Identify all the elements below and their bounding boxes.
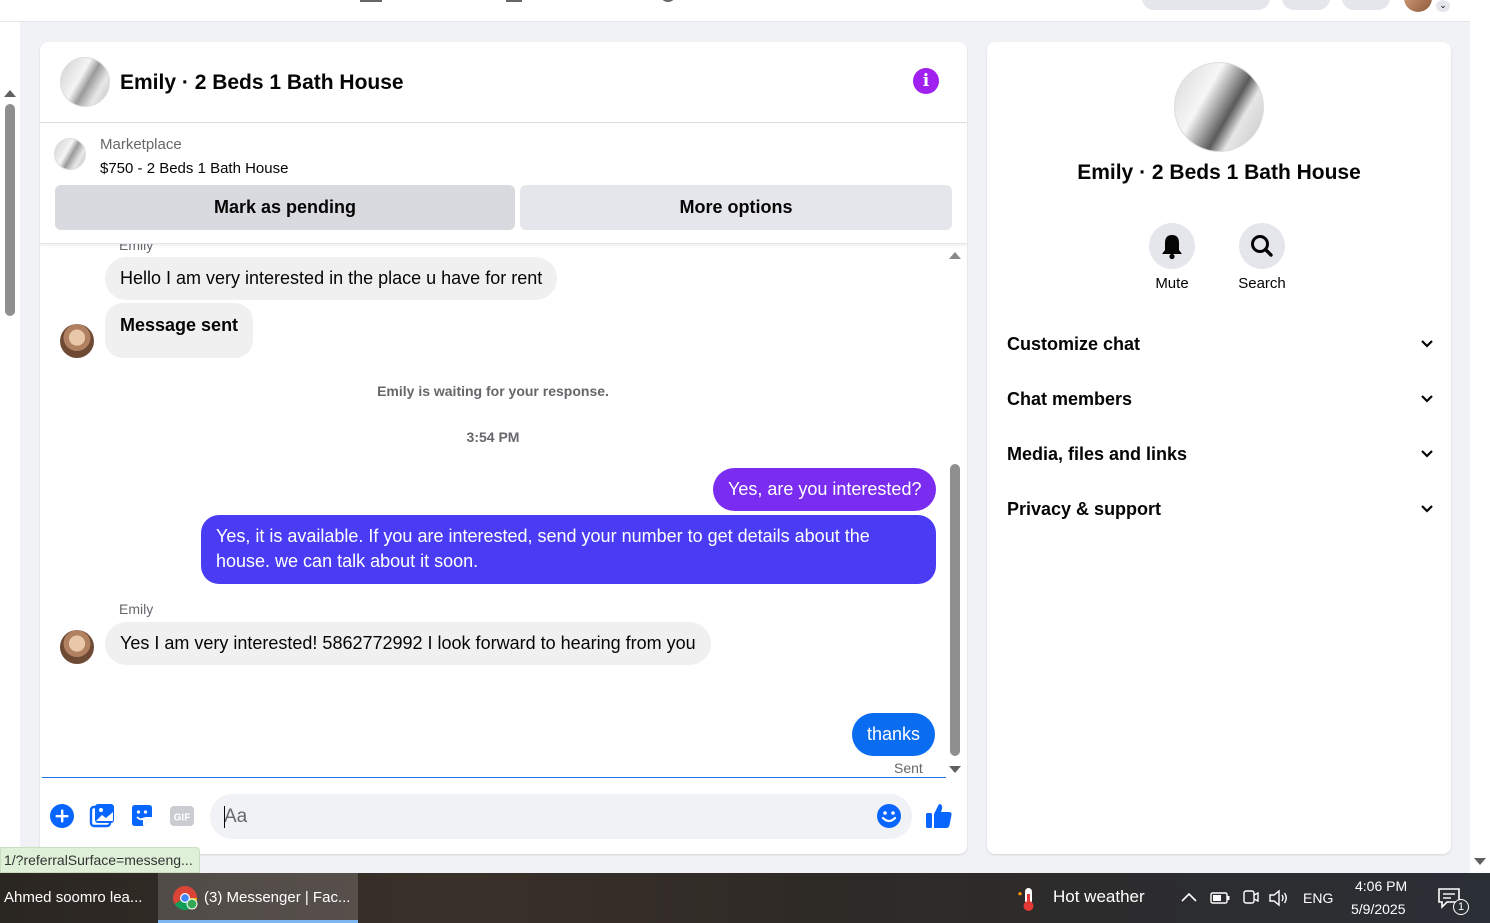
listing-source-label: Marketplace <box>100 136 182 153</box>
windows-taskbar: Ahmed soomro lea... (3) Messenger | Fac.… <box>0 873 1490 923</box>
meet-now-icon[interactable] <box>1241 888 1259 908</box>
more-options-button[interactable]: More options <box>520 185 952 230</box>
conversation-avatar[interactable] <box>60 57 110 107</box>
search-label: Search <box>1238 275 1286 292</box>
section-label: Customize chat <box>1007 334 1141 354</box>
conversation-title[interactable]: Emily · 2 Beds 1 Bath House <box>120 71 404 95</box>
mute-button[interactable] <box>1149 223 1195 269</box>
message-bubble-outgoing[interactable]: thanks <box>852 713 936 756</box>
marketplace-listing-bar: Marketplace $750 - 2 Beds 1 Bath House M… <box>40 124 967 244</box>
bell-icon <box>1162 235 1182 260</box>
mark-as-pending-button[interactable]: Mark as pending <box>55 185 515 230</box>
section-chat-members[interactable]: Chat members <box>1007 384 1433 414</box>
page-scrollbar-left[interactable] <box>0 22 20 873</box>
link-hover-status: 1/?referralSurface=messeng... <box>0 847 200 873</box>
messenger-button[interactable] <box>1342 0 1390 10</box>
section-label: Chat members <box>1007 389 1133 409</box>
emoji-icon[interactable] <box>875 802 903 830</box>
taskbar-item-label: (3) Messenger | Fac... <box>204 889 351 906</box>
message-bubble-outgoing[interactable]: Yes, are you interested? <box>713 468 937 511</box>
taskbar-item-messenger[interactable]: (3) Messenger | Fac... <box>158 873 358 923</box>
find-friends-button[interactable] <box>1142 0 1270 10</box>
sender-avatar[interactable] <box>60 324 94 358</box>
scroll-up-arrow[interactable] <box>949 252 961 259</box>
text-caret <box>224 806 225 828</box>
clock-time[interactable]: 4:06 PM <box>1355 878 1407 894</box>
chat-header: Emily · 2 Beds 1 Bath House i <box>40 42 967 123</box>
chevron-down-icon[interactable]: ⌄ <box>1436 0 1450 12</box>
marketplace-icon[interactable] <box>660 0 676 2</box>
speaker-icon[interactable] <box>1268 888 1290 908</box>
section-privacy-support[interactable]: Privacy & support <box>1007 494 1433 524</box>
taskbar-item[interactable]: Ahmed soomro lea... <box>0 873 156 923</box>
message-bubble-outgoing[interactable]: Yes, it is available. If you are interes… <box>201 515 936 584</box>
photo-icon[interactable] <box>88 802 116 830</box>
message-scrollbar[interactable] <box>946 244 966 778</box>
search-icon <box>1251 235 1273 257</box>
section-media-files-links[interactable]: Media, files and links <box>1007 439 1433 469</box>
menu-button[interactable] <box>1282 0 1330 10</box>
section-label: Privacy & support <box>1007 499 1162 519</box>
message-sent-card[interactable]: Message sent <box>105 303 254 358</box>
listing-price-title[interactable]: $750 - 2 Beds 1 Bath House <box>100 160 288 177</box>
chrome-icon <box>173 886 198 911</box>
weather-label[interactable]: Hot weather <box>1053 887 1145 907</box>
scrollbar-thumb[interactable] <box>5 104 15 316</box>
page-scrollbar-right[interactable] <box>1470 0 1490 873</box>
listing-thumbnail[interactable] <box>54 138 86 170</box>
delivery-status: Sent <box>894 760 923 776</box>
composer-focus-divider <box>42 777 946 778</box>
sticker-icon[interactable] <box>128 802 156 830</box>
sender-avatar[interactable] <box>60 630 94 664</box>
sender-name: Emily <box>119 601 154 617</box>
chat-panel: Emily · 2 Beds 1 Bath House i Marketplac… <box>40 42 967 854</box>
chevron-down-icon <box>1421 505 1433 513</box>
message-line: house. we can talk about it soon. <box>216 551 479 571</box>
video-icon[interactable] <box>506 0 522 2</box>
time-divider: 3:54 PM <box>466 429 520 445</box>
scrollbar-thumb[interactable] <box>950 464 960 756</box>
thumbs-up-icon[interactable] <box>924 801 954 831</box>
sender-name: Emily <box>119 244 154 253</box>
chevron-down-icon <box>1421 340 1433 348</box>
chevron-down-icon <box>1421 395 1433 403</box>
conversation-avatar-large[interactable] <box>1174 62 1264 152</box>
gif-label: GIF <box>174 813 191 824</box>
mute-label: Mute <box>1155 275 1189 292</box>
message-line: Yes, it is available. If you are interes… <box>216 526 870 546</box>
scroll-down-arrow[interactable] <box>1474 858 1486 865</box>
profile-avatar[interactable] <box>1404 0 1432 12</box>
plus-circle-icon[interactable] <box>48 802 76 830</box>
message-input[interactable] <box>210 794 912 839</box>
scroll-up-arrow[interactable] <box>4 90 16 97</box>
info-icon[interactable]: i <box>913 68 939 94</box>
message-bubble-incoming[interactable]: Hello I am very interested in the place … <box>105 257 558 300</box>
message-list[interactable]: Emily Hello I am very interested in the … <box>40 244 967 778</box>
thermometer-weather-icon[interactable] <box>1014 885 1042 913</box>
chevron-up-icon[interactable] <box>1180 890 1198 904</box>
conversation-info-panel: Emily · 2 Beds 1 Bath House Mute Search … <box>987 42 1451 854</box>
section-customize-chat[interactable]: Customize chat <box>1007 329 1433 359</box>
info-panel-title: Emily · 2 Beds 1 Bath House <box>1077 161 1361 184</box>
notification-count-badge: 1 <box>1453 899 1469 915</box>
section-label: Media, files and links <box>1007 444 1188 464</box>
waiting-response-note: Emily is waiting for your response. <box>377 383 609 399</box>
battery-icon[interactable] <box>1210 890 1230 906</box>
clock-date[interactable]: 5/9/2025 <box>1351 901 1406 917</box>
top-navigation-bar: ⌄ <box>0 0 1470 22</box>
language-indicator[interactable]: ENG <box>1303 890 1333 906</box>
chevron-down-icon <box>1421 450 1433 458</box>
home-icon[interactable] <box>360 0 382 2</box>
message-bubble-incoming[interactable]: Yes I am very interested! 5862772992 I l… <box>105 622 711 665</box>
scroll-down-arrow[interactable] <box>949 766 961 773</box>
search-button[interactable] <box>1239 223 1285 269</box>
gif-icon[interactable]: GIF <box>168 802 196 830</box>
